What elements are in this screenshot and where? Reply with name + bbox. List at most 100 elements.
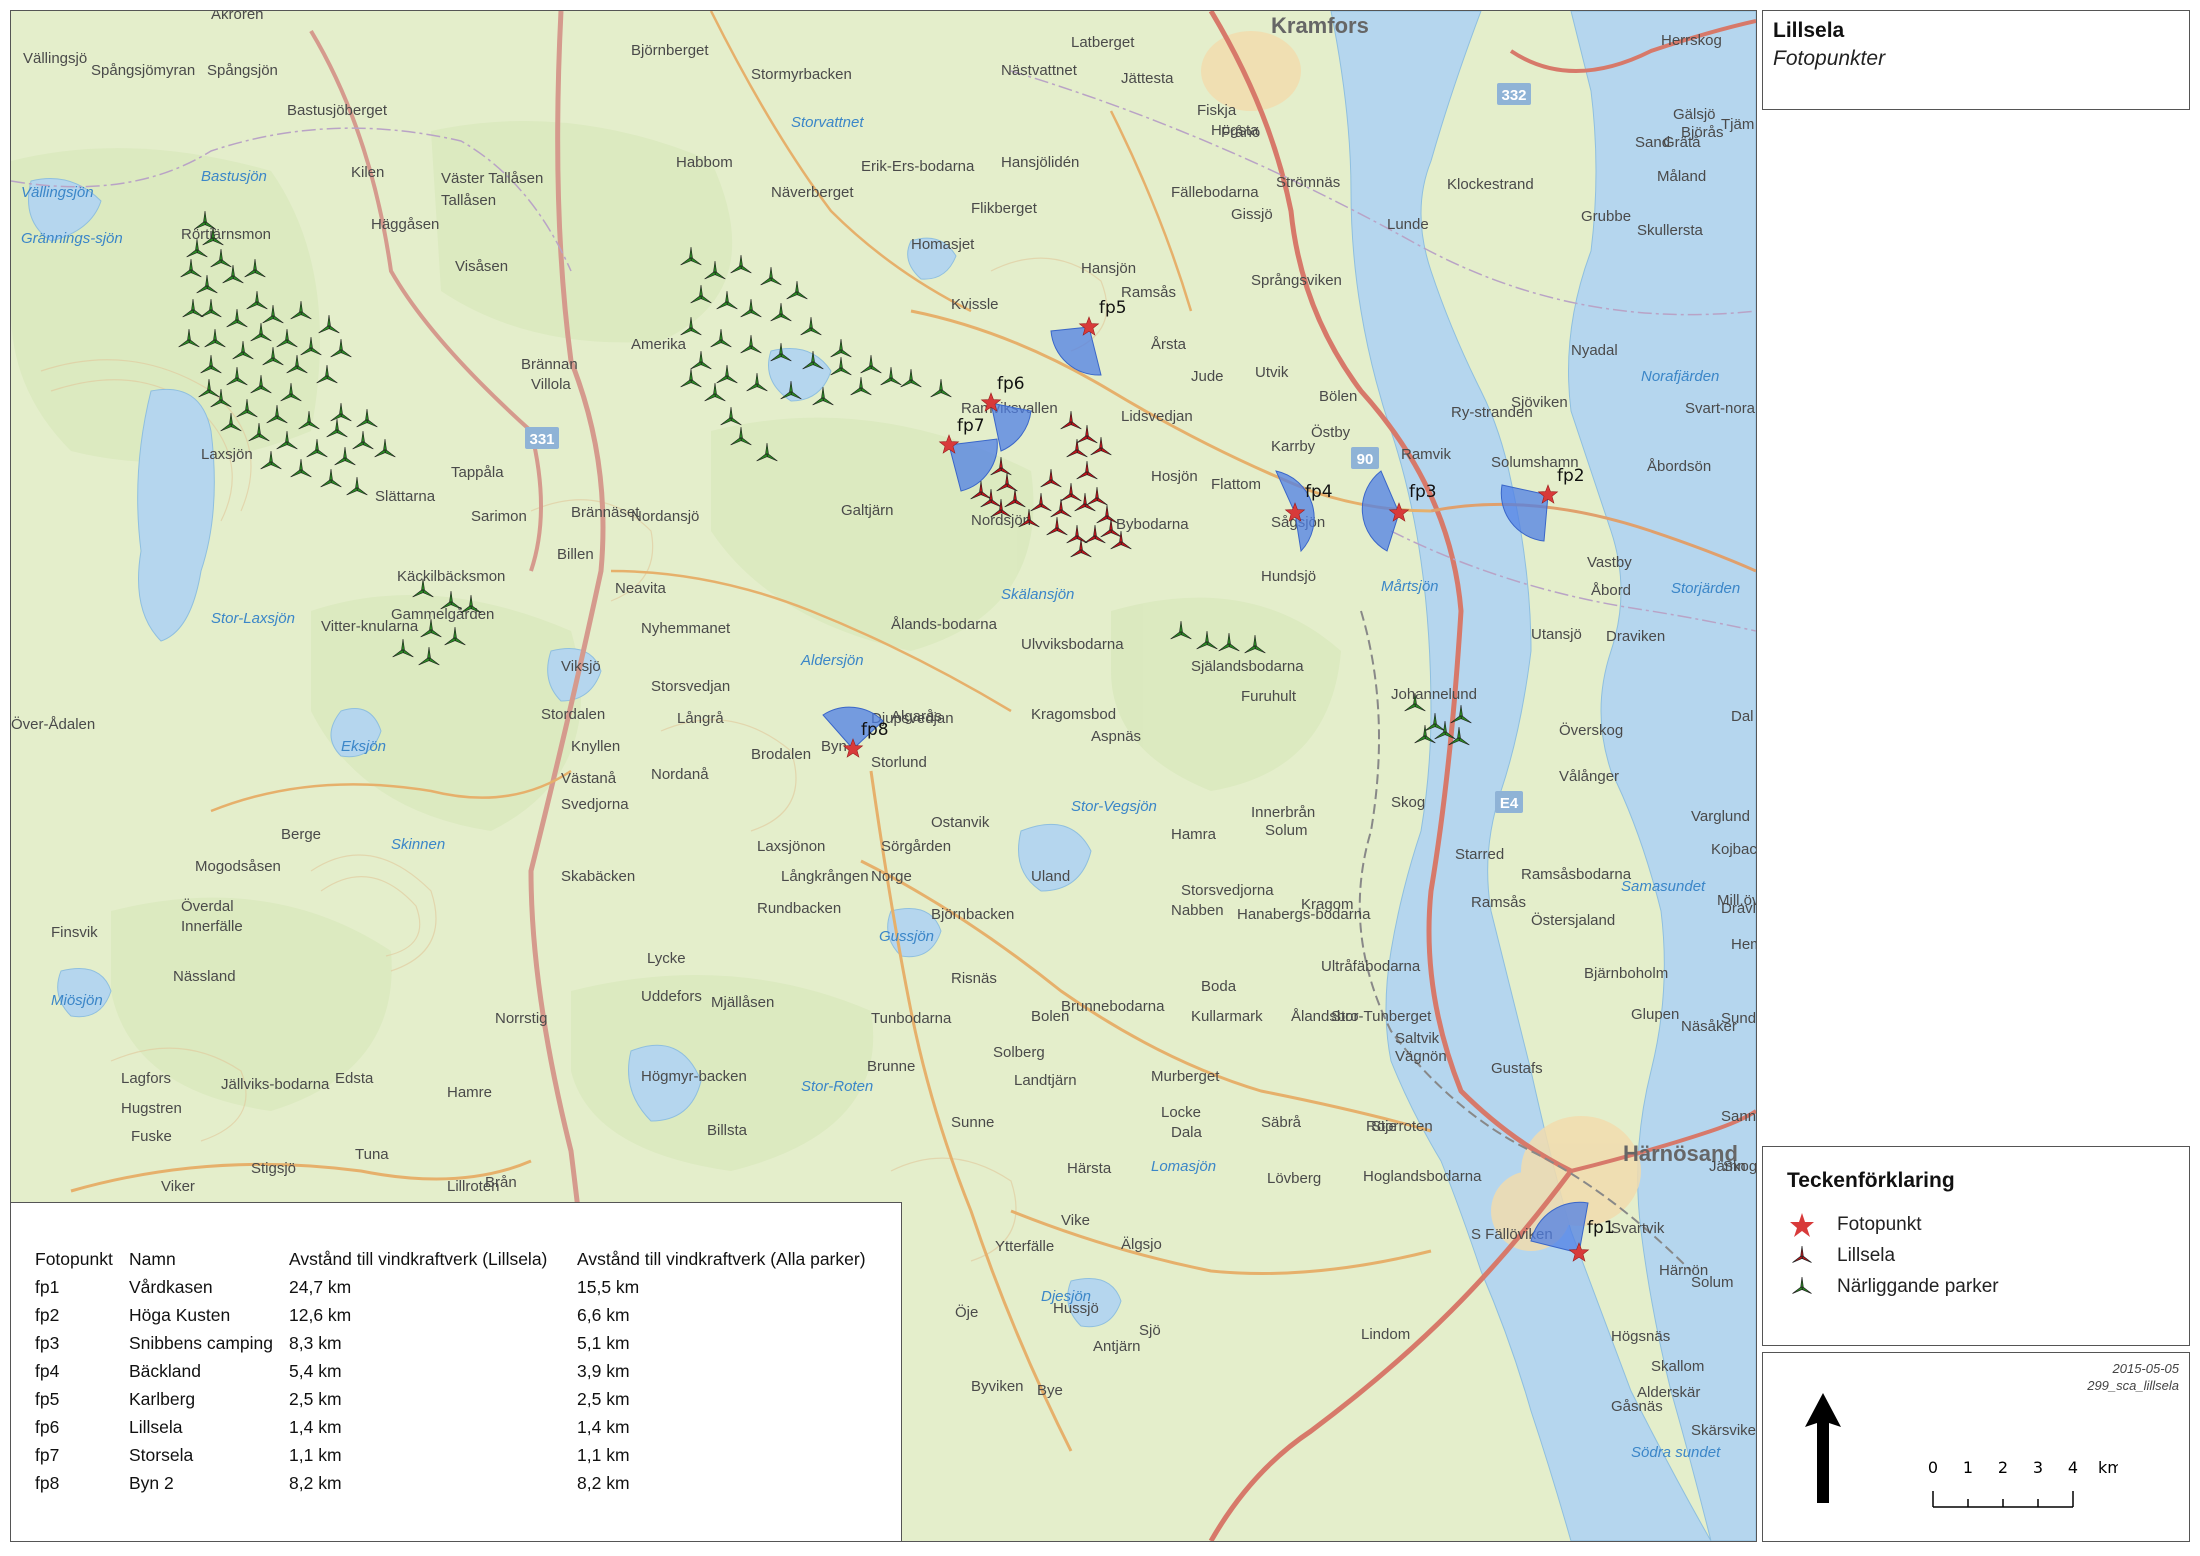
place-label: Storsvedjan (651, 678, 730, 695)
place-label: Långrå (677, 710, 724, 727)
place-label: Lidsvedjan (1121, 408, 1193, 425)
table-cell: fp1 (35, 1276, 60, 1297)
legend-item-fotopunkt: Fotopunkt (1787, 1209, 2165, 1240)
place-label: Vällingsjö (23, 50, 87, 67)
place-label: Grätå (1663, 134, 1701, 151)
place-label: Bye (1037, 1382, 1063, 1399)
place-label: Herrskog (1661, 32, 1722, 49)
place-label: Nässland (173, 968, 236, 985)
place-label: Utvik (1255, 364, 1289, 381)
place-label: Algarås (891, 708, 942, 725)
table-header: Avstånd till vindkraftverk (Alla parker) (577, 1248, 866, 1269)
place-label: Västanå (561, 770, 617, 787)
place-label: Varglund (1691, 808, 1750, 825)
place-label: Boda (1201, 978, 1237, 995)
table-cell: fp2 (35, 1304, 60, 1325)
place-label: Öje (955, 1303, 978, 1321)
place-label: Kragom (1301, 896, 1354, 913)
table-cell: 8,3 km (289, 1332, 342, 1353)
place-label: Tjäm (1721, 116, 1754, 133)
place-label: Häggåsen (371, 216, 439, 233)
place-label: Habbom (676, 154, 733, 171)
place-label: Språngsviken (1251, 272, 1342, 289)
place-label: Billen (557, 546, 594, 563)
place-label: Skullersta (1637, 222, 1704, 239)
place-label: Över-Ådalen (11, 715, 95, 733)
place-label: Brån (485, 1174, 517, 1191)
place-label: Bolen (1031, 1008, 1069, 1025)
place-label: Strömnäs (1276, 174, 1340, 191)
place-label: Storlund (871, 754, 927, 771)
place-label: Vastby (1587, 554, 1632, 571)
place-label: Hansjölidén (1001, 154, 1079, 171)
place-label: Laxsjönon (757, 838, 825, 855)
place-label: Hamra (1171, 826, 1217, 843)
place-label: Käckilbäcksmon (397, 568, 505, 585)
place-label: Tallåsen (441, 192, 496, 209)
water-label: Stor-Vegsjön (1071, 798, 1157, 815)
table-row: fp2 Höga Kusten 12,6 km 6,6 km (35, 1301, 866, 1329)
place-label: Dala (1171, 1124, 1203, 1141)
place-label: Billsta (707, 1122, 748, 1139)
table-row: fp1 Vårdkasen 24,7 km 15,5 km (35, 1273, 866, 1301)
table-cell: Höga Kusten (129, 1304, 231, 1325)
scale-unit: km (2098, 1458, 2118, 1477)
place-label: Rundbacken (757, 900, 841, 917)
photo-point-label: fp8 (861, 720, 889, 740)
place-label: Vägnön (1395, 1048, 1447, 1065)
place-label: Stor-Tunberget (1331, 1008, 1432, 1025)
table-cell: fp3 (35, 1332, 60, 1353)
place-label: Hansjön (1081, 260, 1136, 277)
water-label: Grännings-sjön (21, 230, 123, 247)
table-cell: 1,4 km (289, 1416, 342, 1437)
place-label: Lövberg (1267, 1170, 1321, 1187)
place-label: Innerbrån (1251, 804, 1315, 821)
place-label: Årsta (1151, 336, 1187, 353)
place-label: Brännäset (571, 504, 640, 521)
place-label: Jämn (1709, 1158, 1746, 1175)
table-cell: 8,2 km (289, 1472, 342, 1493)
table-cell: Karlberg (129, 1388, 196, 1409)
place-label: Hosjön (1151, 468, 1198, 485)
place-label: Ostanvik (931, 814, 990, 831)
water-label: Södra sundet (1631, 1444, 1721, 1461)
place-label: Slättarna (375, 488, 436, 505)
place-label: Alderskär (1637, 1384, 1700, 1401)
place-label: Hamre (447, 1084, 492, 1101)
place-label: Högsnäs (1611, 1328, 1670, 1345)
place-label: Björnberget (631, 42, 709, 59)
place-label: Nyhemmanet (641, 620, 731, 637)
place-label: Edsta (335, 1070, 374, 1087)
water-label: Vällingsjön (21, 184, 94, 201)
place-label: Sjö (1139, 1322, 1161, 1339)
water-label: Stor-Roten (801, 1078, 873, 1095)
place-label: Åbordsön (1647, 458, 1711, 475)
place-label: Laxsjön (201, 446, 253, 463)
place-label: Johannelund (1391, 686, 1477, 703)
table-cell: fp6 (35, 1416, 60, 1437)
table-header: Namn (129, 1248, 176, 1269)
place-label: Gustafs (1491, 1060, 1543, 1077)
place-label: Brodalen (751, 746, 811, 763)
place-label: Kojbacken (1711, 841, 1756, 858)
place-label: Älgsjo (1121, 1236, 1162, 1253)
place-label: Skallom (1651, 1358, 1704, 1375)
scale-bar: 0 1 2 3 4 km (1928, 1458, 2118, 1508)
place-label: Lycke (647, 950, 686, 967)
place-label: Amerika (631, 336, 687, 353)
scale-tick-label: 2 (1998, 1458, 2008, 1477)
map-date: 2015-05-05 (2112, 1361, 2180, 1376)
water-label: Skälansjön (1001, 586, 1074, 603)
scale-tick-label: 1 (1963, 1458, 1973, 1477)
photo-point-label: fp7 (957, 416, 985, 436)
place-label: Gissjö (1231, 206, 1273, 223)
water-label: Mårtsjön (1381, 578, 1439, 595)
place-label: Norge (871, 868, 912, 885)
place-label: Sörgården (881, 838, 951, 855)
place-label: Solberg (993, 1044, 1045, 1061)
place-label: Mjällåsen (711, 994, 774, 1011)
place-label: Glupen (1631, 1006, 1679, 1023)
north-arrow-icon (1805, 1393, 1841, 1503)
water-label: Gussjön (879, 928, 934, 945)
place-label: Hem (1731, 936, 1756, 953)
